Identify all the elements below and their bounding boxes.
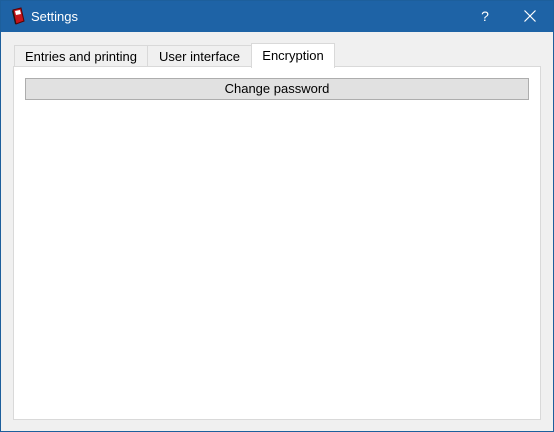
encryption-panel: Change password — [13, 66, 541, 420]
tab-encryption[interactable]: Encryption — [251, 43, 335, 68]
change-password-button[interactable]: Change password — [25, 78, 529, 100]
settings-dialog: Settings ? Entries and printing User int… — [0, 0, 554, 432]
window-title: Settings — [31, 9, 78, 24]
close-icon — [524, 10, 536, 22]
title-bar[interactable]: Settings ? — [1, 1, 553, 32]
tab-user-interface[interactable]: User interface — [147, 45, 252, 67]
close-button[interactable] — [507, 1, 553, 32]
help-button[interactable]: ? — [462, 1, 508, 32]
tab-entries-and-printing[interactable]: Entries and printing — [14, 45, 148, 67]
book-icon — [10, 7, 26, 25]
